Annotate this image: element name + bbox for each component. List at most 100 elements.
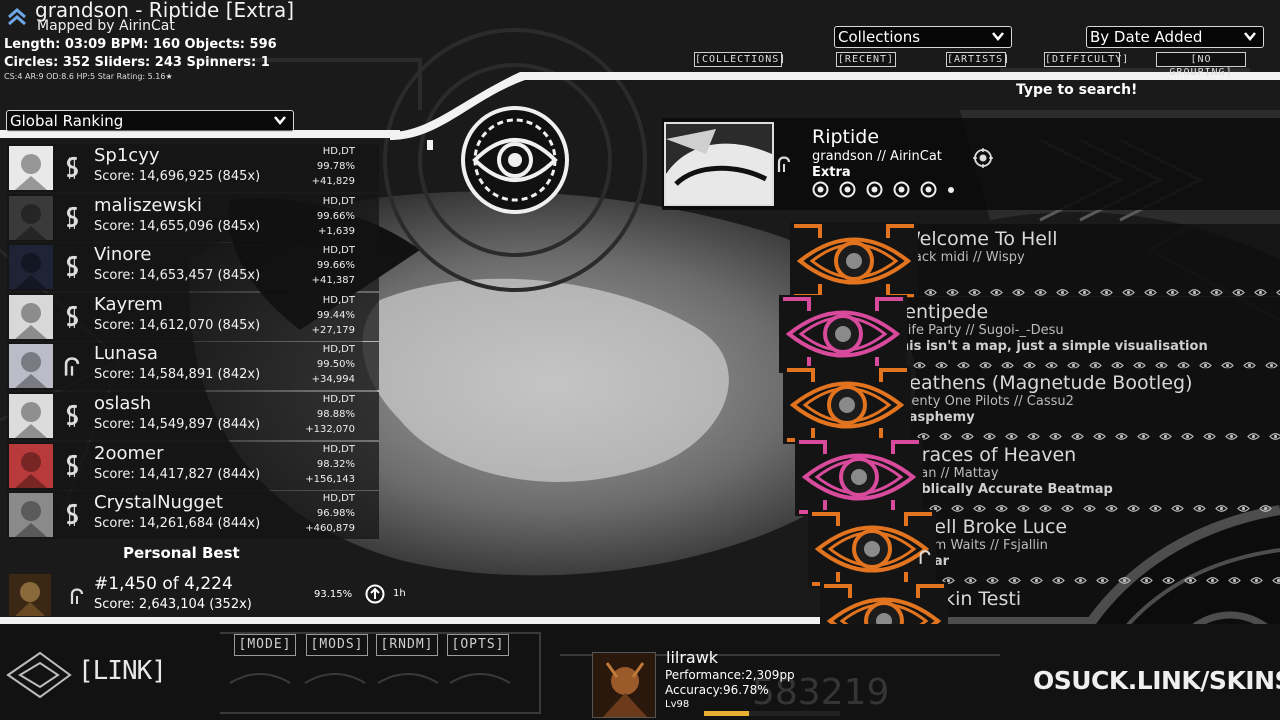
difficulty-dot-icon <box>1166 282 1179 296</box>
personal-best-label: Personal Best <box>123 544 240 562</box>
difficulty-dot-icon <box>1181 426 1194 440</box>
leaderboard-row[interactable]: maliszewski Score: 14,655,096 (845x) HD,DT… <box>7 194 379 242</box>
difficulty-dot-icon <box>1030 570 1043 584</box>
difficulty-dot-icon <box>1089 355 1102 369</box>
ranking-type-label: Global Ranking <box>10 112 124 130</box>
difficulty-dot-icon <box>1250 570 1263 584</box>
difficulty-dot-icon <box>929 498 942 512</box>
tab-difficulty[interactable]: [DIFFICULTY] <box>1044 52 1128 67</box>
difficulty-dot-icon <box>1052 570 1065 584</box>
difficulty-dot-icon <box>1259 498 1272 512</box>
difficulty-dot-icon <box>917 426 930 440</box>
player-accuracy: 99.66% <box>316 260 355 271</box>
difficulty-dot-icon <box>983 426 996 440</box>
difficulty-dot-icon <box>1133 355 1146 369</box>
difficulty-dot-icon <box>990 282 1003 296</box>
mods-button[interactable]: [MODS] <box>306 634 368 656</box>
player-score: Score: 14,549,897 (844x) <box>94 417 261 432</box>
tab-artists[interactable]: [ARTISTS] <box>946 52 1009 67</box>
chevron-down-icon <box>1244 32 1256 41</box>
random-button[interactable]: [RNDM] <box>376 634 438 656</box>
leaderboard-row[interactable]: oslash Score: 14,549,897 (844x) HD,DT 98.88… <box>7 392 379 440</box>
stats-objects: Circles: 352 Sliders: 243 Spinners: 1 <box>4 55 270 70</box>
difficulty-dot-icon <box>924 282 937 296</box>
difficulty-dot-icon <box>1056 282 1069 296</box>
player-accuracy: 99.50% <box>316 359 355 370</box>
user-accuracy: Accuracy:96.78% <box>665 683 769 697</box>
player-accuracy: 98.32% <box>316 459 355 470</box>
leaderboard-row[interactable]: Kayrem Score: 14,612,070 (845x) HD,DT 99.44… <box>7 293 379 341</box>
ranking-type-dropdown[interactable]: Global Ranking <box>6 110 294 132</box>
leaderboard-row[interactable]: Lunasa Score: 14,584,891 (842x) HD,DT 99.50… <box>7 342 379 390</box>
difficulty-dot-icon <box>995 498 1008 512</box>
difficulty-dot-icon <box>1232 282 1245 296</box>
grade-icon <box>66 305 78 328</box>
collections-dropdown[interactable]: Collections <box>834 26 1012 48</box>
tab-collections[interactable]: [COLLECTIONS] <box>694 52 785 67</box>
sort-label: By Date Added <box>1090 28 1203 46</box>
player-score: Score: 14,261,684 (844x) <box>94 516 261 531</box>
star-icon <box>893 181 910 198</box>
grade-icon <box>66 156 78 179</box>
player-name: oslash <box>94 393 152 414</box>
avatar <box>9 394 53 438</box>
personal-best-accuracy: 93.15% <box>314 589 353 600</box>
difficulty-dot-icon <box>1078 282 1091 296</box>
star-partial-icon <box>948 186 954 193</box>
link-logo[interactable]: [LINK] <box>78 656 167 686</box>
avatar <box>9 574 51 616</box>
leaderboard-row[interactable]: CrystalNugget Score: 14,261,684 (844x) HD,… <box>7 491 379 539</box>
difficulty-dot-icon <box>1137 426 1150 440</box>
difficulty-dot-icon <box>1005 426 1018 440</box>
player-score: Score: 14,417,827 (844x) <box>94 467 261 482</box>
selected-beatmap-thumbnail <box>664 122 774 206</box>
user-name[interactable]: lilrawk <box>666 648 718 667</box>
difficulty-dot-icon <box>1225 426 1238 440</box>
personal-best-row[interactable]: #1,450 of 4,224 Score: 2,643,104 (352x) … <box>7 572 417 616</box>
mode-button[interactable]: [MODE] <box>234 634 296 656</box>
song-card[interactable]: Hell Broke LuceTom Waits // FsjallinWar <box>908 512 1280 584</box>
grade-icon <box>70 588 84 604</box>
player-mods: HD,DT <box>322 196 355 207</box>
grade-icon <box>66 404 78 427</box>
grade-icon <box>64 357 80 376</box>
difficulty-dot-icon <box>1122 282 1135 296</box>
difficulty-dot-icon <box>1096 570 1109 584</box>
song-card[interactable]: Centipede Knife Party // Sugoi-_-Desu This… <box>879 297 1280 369</box>
difficulty-dot-icon <box>1111 355 1124 369</box>
difficulty-dot-icon <box>979 355 992 369</box>
difficulty-dot-icon <box>957 355 970 369</box>
song-card[interactable]: Welcome To Hell black midi // Wispy <box>890 224 1280 296</box>
player-score: Score: 14,612,070 (845x) <box>94 318 261 333</box>
personal-best-score: Score: 2,643,104 (352x) <box>94 597 252 612</box>
chevron-down-icon <box>992 32 1004 41</box>
score-difference: +41,387 <box>311 275 355 286</box>
difficulty-dot-icon <box>1149 498 1162 512</box>
player-mods: HD,DT <box>322 344 355 355</box>
star-icon <box>866 181 883 198</box>
beatmap-eye-icon <box>790 222 918 300</box>
leaderboard-row[interactable]: 2oomer Score: 14,417,827 (844x) HD,DT 98.32… <box>7 442 379 490</box>
tab-no-grouping[interactable]: [NO GROUPING] <box>1156 52 1246 78</box>
difficulty-dot-icon <box>935 355 948 369</box>
grade-icon <box>66 255 78 278</box>
difficulty-dot-icon <box>1188 282 1201 296</box>
player-mods: HD,DT <box>322 493 355 504</box>
tab-recent[interactable]: [RECENT] <box>836 52 896 67</box>
player-mods: HD,DT <box>322 444 355 455</box>
sort-dropdown[interactable]: By Date Added <box>1086 26 1264 48</box>
avatar <box>9 196 53 240</box>
song-card[interactable]: Heathens (Magnetude Bootleg) Twenty One P… <box>883 368 1280 440</box>
options-button[interactable]: [OPTS] <box>447 634 509 656</box>
difficulty-dot-icon <box>1269 426 1280 440</box>
leaderboard-row[interactable]: Vinore Score: 14,653,457 (845x) HD,DT 99.66… <box>7 243 379 291</box>
player-name: maliszewski <box>94 195 202 216</box>
difficulty-dot-icon <box>1074 570 1087 584</box>
chevron-up-icon[interactable] <box>6 6 28 28</box>
song-card[interactable]: Graces of Heaven aran // Mattay Biblically… <box>895 440 1280 512</box>
user-avatar[interactable] <box>592 652 656 718</box>
search-hint[interactable]: Type to search! <box>1016 82 1137 98</box>
leaderboard-row[interactable]: Sp1cyy Score: 14,696,925 (845x) HD,DT 99.78… <box>7 144 379 192</box>
difficulty-dot-icon <box>946 282 959 296</box>
difficulty-dot-icon <box>1049 426 1062 440</box>
